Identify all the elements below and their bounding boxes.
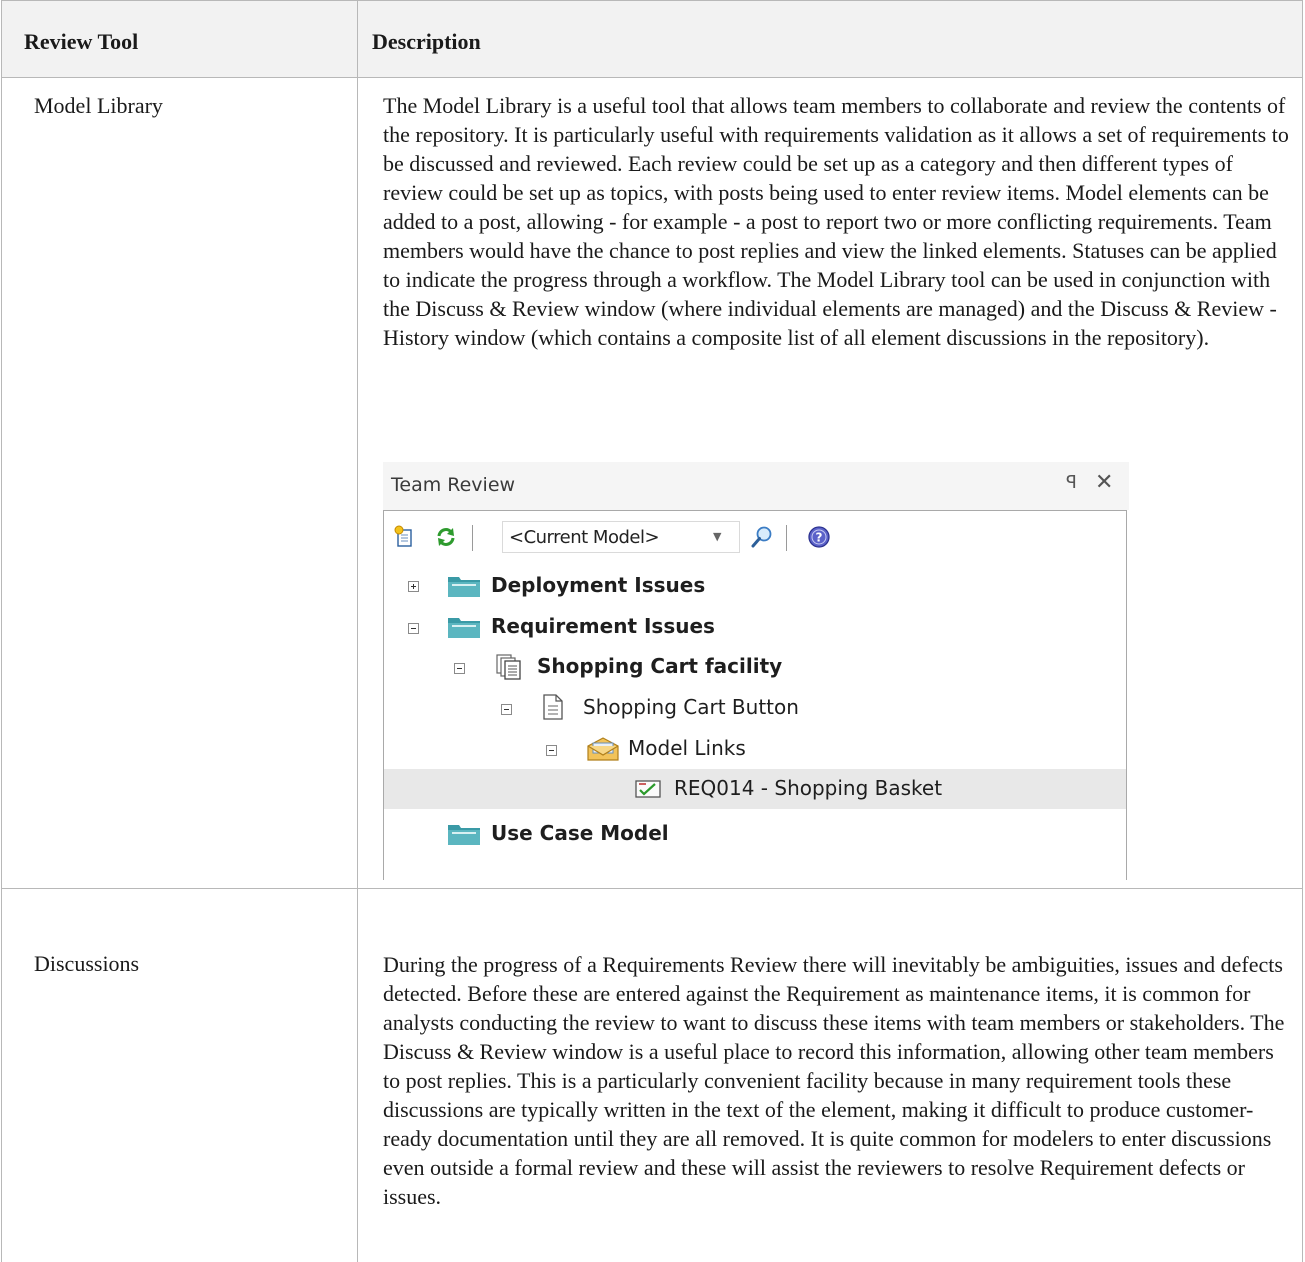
refresh-icon[interactable] bbox=[434, 525, 458, 549]
table-right-border bbox=[1302, 78, 1303, 1262]
tool-description-discussions: During the progress of a Requirements Re… bbox=[383, 952, 1285, 1209]
tree-node-label: Use Case Model bbox=[491, 821, 669, 845]
team-review-title: Team Review bbox=[391, 474, 516, 496]
folder-icon bbox=[448, 618, 480, 638]
model-scope-value: <Current Model> bbox=[509, 527, 660, 548]
team-review-window: Team Review ꟼ ✕ <Current Model> ▼ ? Depl… bbox=[383, 462, 1129, 880]
column-divider bbox=[357, 78, 358, 1262]
tree-node-deployment-issues[interactable]: Deployment Issues bbox=[384, 566, 1126, 606]
close-icon[interactable]: ✕ bbox=[1095, 470, 1113, 495]
svg-text:?: ? bbox=[816, 531, 823, 545]
tool-description-model-library: The Model Library is a useful tool that … bbox=[383, 93, 1289, 350]
tree-node-requirement-issues[interactable]: Requirement Issues bbox=[384, 607, 1126, 647]
table-left-border bbox=[1, 78, 2, 1262]
collapse-icon[interactable] bbox=[501, 704, 512, 715]
toolbar-separator bbox=[786, 525, 787, 551]
collapse-icon[interactable] bbox=[546, 745, 557, 756]
collapse-icon[interactable] bbox=[408, 623, 419, 634]
pin-icon[interactable]: ꟼ bbox=[1066, 472, 1077, 493]
tree-node-label: Deployment Issues bbox=[491, 573, 706, 597]
column-divider bbox=[357, 0, 358, 78]
tree-node-model-links[interactable]: Model Links bbox=[384, 729, 1126, 769]
tree-node-label: REQ014 - Shopping Basket bbox=[674, 776, 943, 800]
model-scope-select[interactable]: <Current Model> ▼ bbox=[502, 521, 740, 553]
collapse-icon[interactable] bbox=[454, 663, 465, 674]
folder-icon bbox=[448, 825, 480, 845]
tool-name-model-library: Model Library bbox=[34, 93, 163, 118]
header-review-tool: Review Tool bbox=[24, 29, 139, 54]
tree-node-req014[interactable]: REQ014 - Shopping Basket bbox=[384, 769, 1126, 809]
chevron-down-icon[interactable]: ▼ bbox=[713, 530, 721, 543]
folder-icon bbox=[448, 577, 480, 597]
team-review-body: <Current Model> ▼ ? Deployment Issues Re… bbox=[383, 510, 1127, 880]
team-review-titlebar: Team Review ꟼ ✕ bbox=[383, 462, 1129, 510]
tree-node-label: Shopping Cart Button bbox=[583, 695, 799, 719]
requirement-icon bbox=[635, 780, 661, 798]
header-description: Description bbox=[372, 29, 481, 54]
tree-node-label: Requirement Issues bbox=[491, 614, 715, 638]
model-links-icon bbox=[587, 737, 619, 761]
tree-node-use-case-model[interactable]: Use Case Model bbox=[384, 814, 1126, 854]
topic-icon bbox=[496, 654, 521, 680]
tool-name-discussions: Discussions bbox=[34, 951, 140, 976]
tree-node-shopping-cart-button[interactable]: Shopping Cart Button bbox=[384, 689, 1126, 729]
tree-node-shopping-cart-facility[interactable]: Shopping Cart facility bbox=[384, 648, 1126, 688]
new-post-icon[interactable] bbox=[392, 525, 416, 549]
tree-node-label: Model Links bbox=[628, 736, 746, 760]
review-tools-table: Review Tool Description Model Library Th… bbox=[0, 0, 1305, 1262]
toolbar-separator bbox=[472, 525, 473, 551]
table-header-row: Review Tool Description bbox=[1, 0, 1303, 78]
team-review-toolbar: <Current Model> ▼ ? bbox=[384, 511, 1126, 565]
expand-icon[interactable] bbox=[408, 581, 419, 592]
help-icon[interactable]: ? bbox=[807, 525, 831, 549]
row-divider bbox=[1, 888, 1303, 889]
tree-node-label: Shopping Cart facility bbox=[537, 654, 783, 678]
search-icon[interactable] bbox=[750, 525, 774, 549]
post-icon bbox=[543, 694, 563, 720]
